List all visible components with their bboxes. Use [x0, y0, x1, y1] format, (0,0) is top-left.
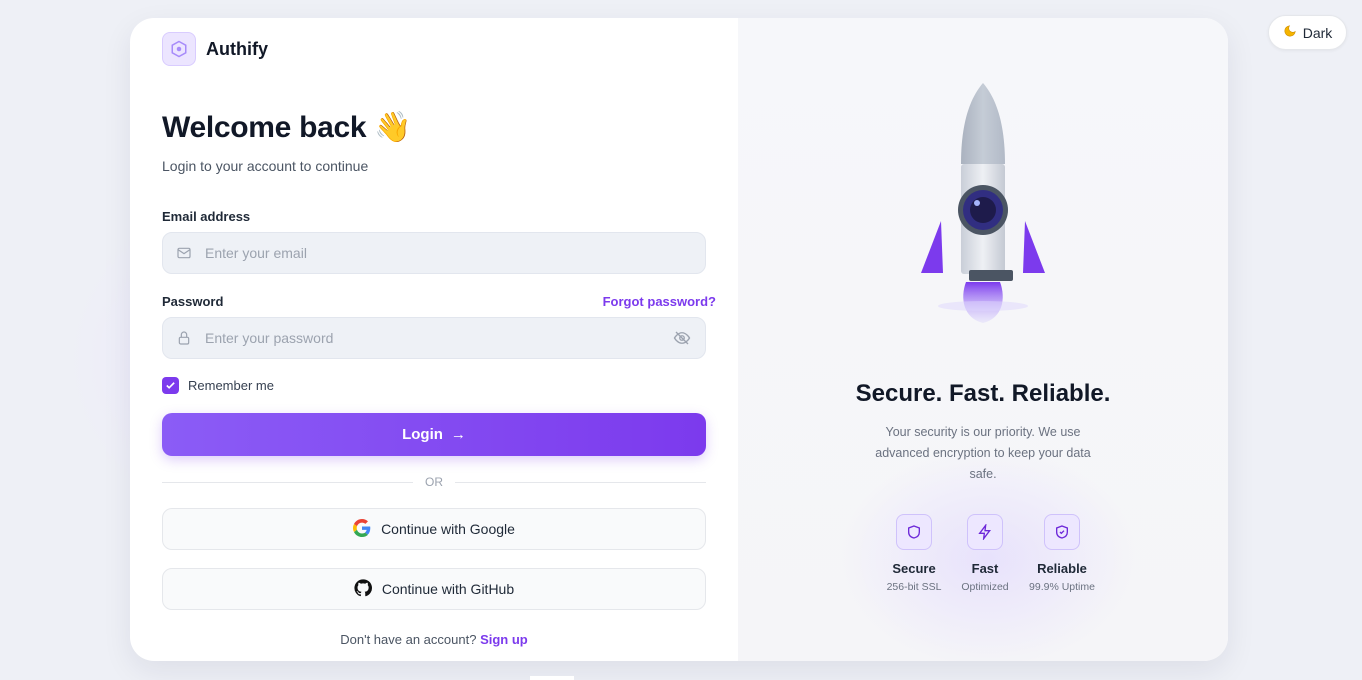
feature-sub: 256-bit SSL	[886, 581, 942, 593]
password-field[interactable]: Enter your password	[162, 317, 706, 359]
lightning-icon	[967, 514, 1003, 550]
hexagon-logo-icon	[162, 32, 196, 66]
login-panel: Authify Welcome back 👋 Login to your acc…	[130, 18, 738, 661]
shield-icon	[896, 514, 932, 550]
mail-icon	[163, 245, 205, 261]
page-subtitle: Login to your account to continue	[162, 158, 369, 174]
brand: Authify	[162, 32, 268, 66]
remember-me-label: Remember me	[188, 378, 274, 393]
rocket-illustration	[918, 78, 1048, 343]
remember-me: Remember me	[162, 377, 274, 394]
login-button[interactable]: Login →	[162, 413, 706, 456]
divider-label: OR	[425, 475, 443, 489]
page-title: Welcome back 👋	[162, 111, 412, 144]
feature-reliable: Reliable 99.9% Uptime	[1017, 514, 1107, 593]
email-field[interactable]: Enter your email	[162, 232, 706, 274]
theme-toggle-label: Dark	[1302, 24, 1333, 41]
promo-description: Your security is our priority. We use ad…	[875, 425, 1091, 481]
github-button-label: Continue with GitHub	[381, 581, 515, 597]
email-input[interactable]: Enter your email	[205, 245, 705, 261]
or-divider: OR	[162, 474, 706, 490]
promo-panel: Secure. Fast. Reliable. Your security is…	[738, 18, 1228, 661]
divider-line	[162, 481, 413, 483]
divider-line	[455, 481, 706, 483]
github-login-button[interactable]: Continue with GitHub	[162, 568, 706, 610]
feature-name: Secure	[892, 561, 936, 576]
lock-icon	[163, 330, 205, 346]
feature-sub: Optimized	[961, 581, 1009, 593]
feature-name: Reliable	[1037, 561, 1087, 576]
feature-name: Fast	[971, 561, 999, 576]
github-icon	[354, 578, 372, 600]
google-button-label: Continue with Google	[381, 521, 515, 537]
feature-sub: 99.9% Uptime	[1029, 581, 1095, 593]
email-label: Email address	[162, 209, 251, 224]
brand-name: Authify	[206, 38, 268, 59]
shield-check-icon	[1044, 514, 1080, 550]
signup-row: Don't have an account? Sign up	[162, 632, 706, 647]
theme-toggle-button[interactable]: Dark	[1268, 15, 1347, 50]
scrollbar[interactable]	[530, 676, 574, 680]
google-icon	[353, 518, 371, 540]
google-login-button[interactable]: Continue with Google	[162, 508, 706, 550]
password-label: Password	[162, 294, 224, 309]
signup-link[interactable]: Sign up	[480, 632, 528, 647]
eye-off-icon[interactable]	[659, 329, 705, 347]
login-button-label: Login	[402, 426, 443, 443]
moon-icon	[1283, 24, 1297, 41]
login-card: Authify Welcome back 👋 Login to your acc…	[130, 18, 1228, 661]
arrow-right-icon: →	[450, 426, 466, 443]
promo-title: Secure. Fast. Reliable.	[855, 380, 1111, 407]
signup-prompt: Don't have an account?	[340, 632, 477, 647]
forgot-password-link[interactable]: Forgot password?	[603, 294, 716, 309]
password-input[interactable]: Enter your password	[205, 330, 659, 346]
remember-me-checkbox[interactable]	[162, 377, 179, 394]
